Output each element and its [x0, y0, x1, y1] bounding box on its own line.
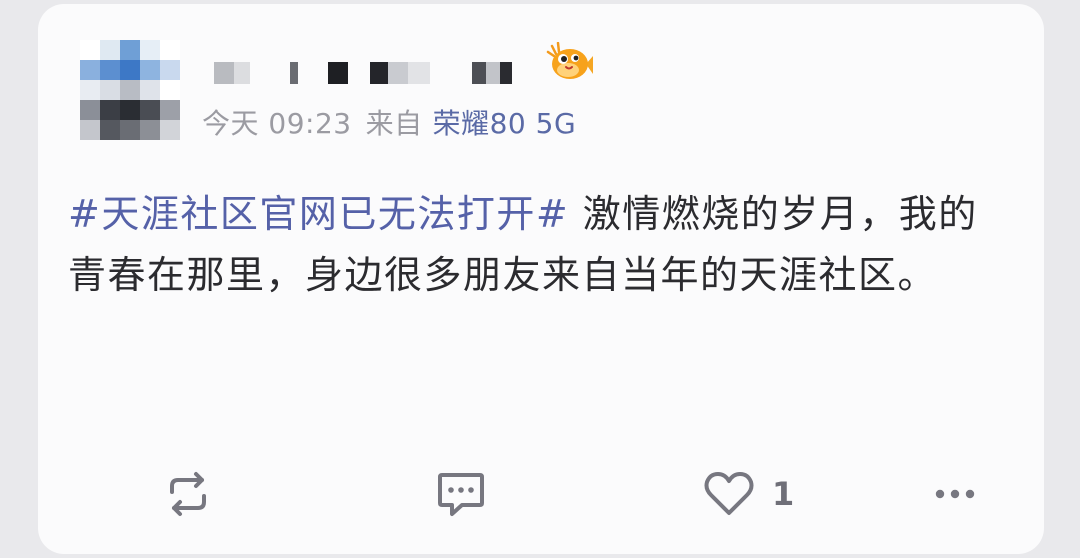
- username-pixel-block: [370, 62, 388, 84]
- avatar-pixel: [160, 80, 180, 100]
- pufferfish-badge-icon: [546, 41, 594, 82]
- comment-button[interactable]: [434, 462, 488, 526]
- avatar-pixel: [160, 60, 180, 80]
- avatar-pixel: [80, 60, 100, 80]
- username-pixel-block: [234, 62, 250, 84]
- avatar-pixel: [140, 40, 160, 60]
- comment-icon: [438, 473, 484, 516]
- repost-button[interactable]: [162, 462, 214, 526]
- avatar-pixel: [80, 40, 100, 60]
- avatar-pixel: [100, 40, 120, 60]
- username-pixel-block: [214, 62, 234, 84]
- avatar-pixel: [120, 60, 140, 80]
- action-bar: 1: [38, 462, 1044, 526]
- avatar-pixel: [100, 100, 120, 120]
- avatar-pixel: [120, 100, 140, 120]
- avatar[interactable]: [80, 40, 180, 140]
- avatar-pixel: [80, 100, 100, 120]
- avatar-pixel: [80, 80, 100, 100]
- username-pixel-block: [328, 62, 348, 84]
- more-dots-icon: [935, 489, 975, 499]
- avatar-pixel: [120, 120, 140, 140]
- avatar-pixel: [100, 120, 120, 140]
- avatar-pixel: [140, 60, 160, 80]
- from-label: 来自: [365, 107, 423, 140]
- post-time: 今天 09:23: [202, 107, 352, 140]
- username-pixel-block: [430, 62, 472, 84]
- avatar-pixel: [140, 100, 160, 120]
- avatar-pixel: [160, 100, 180, 120]
- avatar-pixel: [120, 80, 140, 100]
- avatar-pixel: [160, 120, 180, 140]
- username-pixel-block: [500, 62, 512, 84]
- post-source[interactable]: 荣耀80 5G: [433, 107, 577, 140]
- heart-icon: [704, 472, 754, 515]
- username-pixel-block: [388, 62, 408, 84]
- avatar-pixel: [100, 80, 120, 100]
- username-pixel-block: [348, 62, 370, 84]
- post-card: 今天 09:23 来自 荣耀80 5G #天涯社区官网已无法打开# 激情燃烧的岁月，…: [38, 4, 1044, 554]
- like-count: 1: [772, 475, 795, 513]
- topic-link[interactable]: #天涯社区官网已无法打开#: [68, 192, 569, 236]
- avatar-pixel: [140, 80, 160, 100]
- avatar-pixel: [160, 40, 180, 60]
- avatar-pixel: [140, 120, 160, 140]
- post-meta: 今天 09:23 来自 荣耀80 5G: [202, 102, 576, 142]
- avatar-pixel: [120, 40, 140, 60]
- avatar-pixel: [80, 120, 100, 140]
- username-pixel-block: [408, 62, 430, 84]
- username-pixel-block: [486, 62, 500, 84]
- avatar-pixel: [100, 60, 120, 80]
- repost-icon: [170, 472, 206, 516]
- username-pixel-block: [298, 62, 328, 84]
- more-button[interactable]: [932, 462, 978, 526]
- username-pixel-block: [250, 62, 290, 84]
- username-pixel-block: [290, 62, 298, 84]
- post-content: #天涯社区官网已无法打开# 激情燃烧的岁月，我的青春在那里，身边很多朋友来自当年…: [68, 184, 998, 306]
- username-pixel-block: [472, 62, 486, 84]
- like-button[interactable]: 1: [702, 462, 794, 526]
- username-pixelated[interactable]: [214, 56, 512, 90]
